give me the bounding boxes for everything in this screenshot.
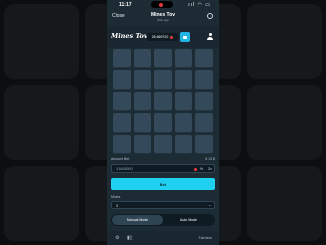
mine-tile[interactable] bbox=[195, 70, 213, 89]
double-bet-button[interactable]: 2× bbox=[208, 167, 212, 171]
bet-amount-field[interactable]: 3.8408000 ½ 2× bbox=[111, 164, 215, 173]
bg-tile bbox=[247, 4, 322, 79]
mine-tile[interactable] bbox=[133, 49, 152, 68]
mines-select[interactable]: 3 ⌄ bbox=[111, 201, 215, 209]
status-time: 11:17 bbox=[119, 2, 132, 8]
mine-tile[interactable] bbox=[154, 49, 172, 68]
user-icon-head bbox=[208, 33, 212, 36]
fairness-link[interactable]: Fairness bbox=[199, 236, 212, 240]
coin-icon bbox=[170, 35, 174, 39]
mine-tile[interactable] bbox=[174, 113, 193, 132]
manual-mode-tab[interactable]: Manual Mode bbox=[112, 215, 163, 225]
mine-tile[interactable] bbox=[195, 91, 213, 111]
mine-tile[interactable] bbox=[195, 49, 213, 68]
settings-icon[interactable]: ⚙ bbox=[115, 235, 119, 241]
mine-tile[interactable] bbox=[174, 134, 193, 153]
mine-tile[interactable] bbox=[113, 91, 131, 111]
bg-tile bbox=[247, 166, 322, 241]
mine-tile[interactable] bbox=[133, 134, 152, 153]
mine-tile[interactable] bbox=[113, 49, 131, 68]
mine-tile[interactable] bbox=[195, 134, 213, 153]
stats-icon[interactable]: ▮▯ bbox=[127, 235, 133, 241]
bg-tile bbox=[4, 85, 79, 160]
mine-tile[interactable] bbox=[174, 70, 193, 89]
webapp-header: Close Mines Tov Web app bbox=[107, 10, 219, 26]
mines-value: 3 bbox=[116, 203, 118, 208]
mines-label: Mines bbox=[111, 195, 121, 199]
auto-mode-tab[interactable]: Auto Mode bbox=[163, 215, 214, 225]
mine-tile[interactable] bbox=[154, 70, 172, 89]
mines-board bbox=[113, 49, 213, 153]
bg-tile bbox=[4, 166, 79, 241]
mine-tile[interactable] bbox=[154, 134, 172, 153]
wallet-button[interactable] bbox=[180, 32, 190, 42]
mine-tile[interactable] bbox=[174, 91, 193, 111]
bg-tile bbox=[4, 4, 79, 79]
status-bar: 11:17 ııl ◠ ▭ bbox=[107, 0, 219, 10]
mine-tile[interactable] bbox=[154, 91, 172, 111]
bottom-bar: ⚙ ▮▯ Fairness bbox=[107, 231, 219, 245]
mine-tile[interactable] bbox=[195, 113, 213, 132]
half-bet-button[interactable]: ½ bbox=[200, 167, 203, 171]
wallet-icon bbox=[183, 35, 187, 39]
chevron-down-icon: ⌄ bbox=[208, 203, 211, 207]
signal-wifi-battery-icon: ııl ◠ ▭ bbox=[188, 2, 211, 8]
bet-button[interactable]: Bet bbox=[111, 178, 215, 190]
coin-icon bbox=[194, 167, 197, 171]
bet-usd-value: 0.13 $ bbox=[205, 157, 215, 161]
bet-label: Amount Bet bbox=[111, 157, 130, 161]
mine-tile[interactable] bbox=[174, 49, 193, 68]
mode-toggle: Manual Mode Auto Mode bbox=[111, 214, 215, 226]
user-icon-body bbox=[207, 36, 213, 40]
logo: Mines Tov bbox=[111, 32, 148, 40]
mine-tile[interactable] bbox=[154, 113, 172, 132]
bg-tile bbox=[247, 85, 322, 160]
mine-tile[interactable] bbox=[133, 70, 152, 89]
bet-label-row: Amount Bet 0.13 $ bbox=[111, 157, 215, 161]
mine-tile[interactable] bbox=[133, 113, 152, 132]
mine-tile[interactable] bbox=[113, 113, 131, 132]
mine-tile[interactable] bbox=[113, 70, 131, 89]
phone-screen: 11:17 ııl ◠ ▭ Close Mines Tov Web app Mi… bbox=[107, 0, 219, 245]
app-topbar: Mines Tov 28.669720 bbox=[107, 26, 219, 48]
more-icon[interactable] bbox=[207, 13, 213, 19]
bet-amount-value[interactable]: 3.8408000 bbox=[116, 167, 133, 171]
mine-tile[interactable] bbox=[113, 134, 131, 153]
balance-value: 28.669720 bbox=[151, 35, 169, 39]
page-subtitle: Web app bbox=[157, 18, 169, 22]
user-icon[interactable] bbox=[207, 33, 213, 41]
balance-display[interactable]: 28.669720 bbox=[147, 33, 178, 41]
recording-icon bbox=[159, 3, 163, 7]
mine-tile[interactable] bbox=[133, 91, 152, 111]
